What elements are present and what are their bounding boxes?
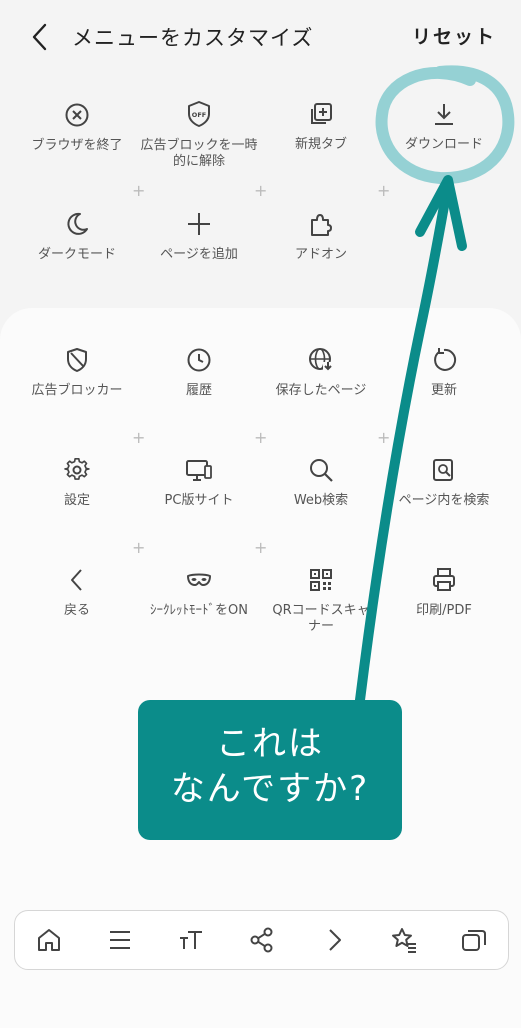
menu-item-ad-block-off[interactable]: OFF 広告ブロックを一時 的に解除: [139, 100, 259, 170]
reset-button[interactable]: リセット: [412, 22, 496, 49]
menu-item-label: 印刷/PDF: [416, 603, 472, 618]
add-slot-plus[interactable]: +: [254, 540, 267, 556]
menu-item-secret-mode[interactable]: ｼｰｸﾚｯﾄﾓｰﾄﾞをON: [139, 567, 259, 619]
add-slot-plus[interactable]: +: [254, 430, 267, 446]
page-title: メニューをカスタマイズ: [72, 26, 314, 50]
menu-item-desktop-site[interactable]: PC版サイト: [139, 457, 259, 509]
menu-item-addons[interactable]: アドオン: [261, 211, 381, 263]
menu-icon[interactable]: [106, 926, 134, 954]
share-icon[interactable]: [248, 926, 276, 954]
add-slot-plus[interactable]: +: [377, 183, 390, 199]
add-slot-plus[interactable]: +: [132, 430, 145, 446]
menu-item-label: アドオン: [294, 247, 347, 262]
header: メニューをカスタマイズ リセット: [0, 0, 521, 72]
bottom-toolbar: [14, 910, 509, 970]
add-slot-plus[interactable]: +: [254, 183, 267, 199]
add-slot-plus[interactable]: +: [132, 540, 145, 556]
menu-item-ad-blocker[interactable]: 広告ブロッカー: [17, 347, 137, 399]
gear-icon: [64, 458, 90, 480]
add-slot-plus[interactable]: +: [377, 430, 390, 446]
forward-icon[interactable]: [320, 926, 348, 954]
menu-item-web-search[interactable]: Web検索: [261, 457, 381, 509]
ad-block-off-icon: OFF: [188, 101, 210, 127]
menu-item-close-browser[interactable]: ブラウザを終了: [17, 102, 137, 154]
shield-icon: [67, 348, 87, 372]
menu-item-label: 広告ブロックを一時 的に解除: [140, 138, 258, 169]
chevron-left-icon: [71, 569, 82, 591]
close-circle-icon: [65, 103, 89, 127]
new-tab-icon: [311, 103, 332, 124]
mask-icon: [187, 573, 211, 586]
desktop-icon: [186, 460, 212, 481]
download-icon: [435, 104, 453, 125]
annotation-arrow-head: [415, 175, 467, 251]
menu-item-label: 設定: [63, 493, 90, 508]
clock-icon: [187, 348, 211, 372]
menu-item-label: ブラウザを終了: [31, 138, 123, 153]
refresh-icon: [434, 348, 457, 371]
plus-icon: [188, 213, 210, 235]
menu-item-label: Web検索: [293, 493, 349, 508]
annotation-callout: これは なんですか?: [138, 700, 402, 840]
home-icon[interactable]: [35, 926, 63, 954]
text-size-icon[interactable]: [177, 926, 205, 954]
menu-item-qr-scanner[interactable]: QRコードスキャ ナー: [261, 567, 381, 635]
menu-item-label: PC版サイト: [164, 493, 234, 508]
menu-item-new-tab[interactable]: 新規タブ: [261, 101, 381, 153]
menu-item-history[interactable]: 履歴: [139, 347, 259, 399]
menu-item-label: 更新: [430, 383, 457, 398]
menu-item-label: 広告ブロッカー: [31, 383, 123, 398]
menu-item-label: 戻る: [63, 603, 90, 618]
add-slot-plus[interactable]: +: [132, 183, 145, 199]
menu-item-settings[interactable]: 設定: [17, 457, 137, 509]
menu-item-add-page[interactable]: ページを追加: [139, 211, 259, 263]
menu-item-label: ページを追加: [160, 247, 238, 262]
menu-item-print-pdf[interactable]: 印刷/PDF: [384, 567, 504, 619]
menu-item-download[interactable]: ダウンロード: [384, 101, 504, 153]
puzzle-icon: [311, 214, 332, 236]
bookmarks-icon[interactable]: [390, 926, 418, 954]
menu-item-saved-pages[interactable]: 保存したページ: [261, 347, 381, 399]
menu-item-label: ｼｰｸﾚｯﾄﾓｰﾄﾞをON: [150, 603, 248, 618]
search-icon: [310, 459, 333, 482]
annotation-question: これは なんですか?: [170, 724, 370, 809]
menu-item-dark-mode[interactable]: ダークモード: [17, 211, 137, 263]
printer-icon: [433, 568, 455, 591]
menu-item-back[interactable]: 戻る: [17, 567, 137, 619]
svg-text:OFF: OFF: [192, 111, 206, 119]
menu-item-label: 履歴: [185, 383, 212, 398]
qr-code-icon: [310, 569, 332, 591]
menu-item-label: ページ内を検索: [398, 493, 490, 508]
back-chevron-icon[interactable]: [26, 20, 56, 54]
menu-item-label: ダウンロード: [404, 137, 483, 152]
globe-download-icon: [309, 348, 333, 372]
find-in-page-icon: [433, 459, 453, 481]
tabs-icon[interactable]: [460, 926, 488, 954]
menu-item-label: ダークモード: [37, 247, 116, 262]
menu-item-refresh[interactable]: 更新: [384, 347, 504, 399]
moon-icon: [67, 212, 88, 235]
menu-item-label: QRコードスキャ ナー: [272, 603, 370, 634]
menu-item-label: 新規タブ: [294, 137, 347, 152]
menu-item-label: 保存したページ: [275, 383, 367, 398]
menu-item-find-in-page[interactable]: ページ内を検索: [384, 457, 504, 509]
